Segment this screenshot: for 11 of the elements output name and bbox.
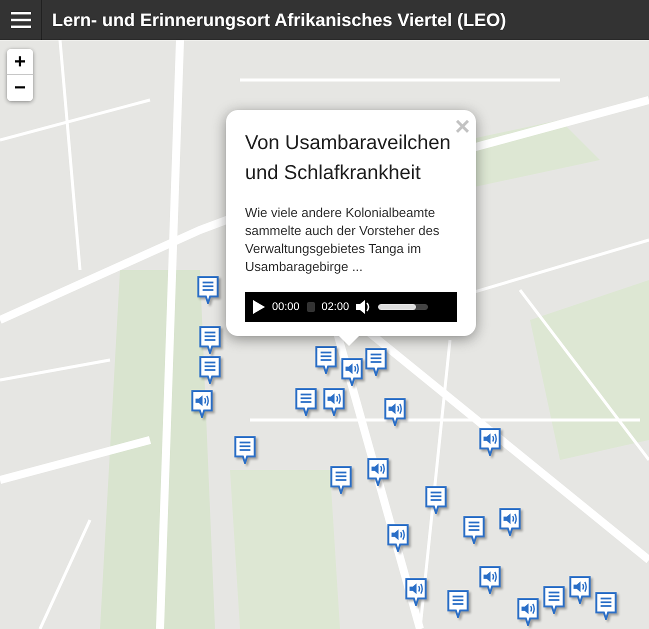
volume-icon[interactable] (356, 300, 372, 314)
zoom-in-button[interactable]: + (7, 49, 33, 75)
menu-icon (10, 12, 30, 28)
play-icon[interactable] (253, 300, 265, 314)
app-title: Lern- und Erinnerungsort Afrikanisches Viertel (LEO) (51, 10, 506, 30)
zoom-out-button[interactable]: − (7, 75, 33, 101)
popup-title: Von Usambaraveilchen und Schlafkrankheit (245, 131, 452, 186)
current-time: 00:00 (272, 301, 300, 313)
popup-text: Wie viele andere Kolonialbeamte sammelte auch der Vorsteher des Verwaltungsgebietes Tanga im Usambaragebirge ... (245, 204, 440, 276)
duration: 02:00 (322, 301, 350, 313)
volume-slider[interactable] (378, 304, 428, 310)
